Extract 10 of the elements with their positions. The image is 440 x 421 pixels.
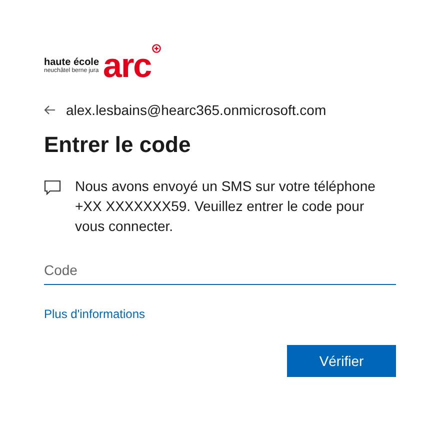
message-icon <box>44 180 61 195</box>
verify-button[interactable]: Vérifier <box>287 345 396 377</box>
logo-name: haute école <box>44 57 100 68</box>
page-title: Entrer le code <box>44 132 192 158</box>
logo-mark: arc <box>103 52 152 80</box>
plus-icon <box>152 44 162 53</box>
sms-message: Nous avons envoyé un SMS sur votre téléphone +XX XXXXXXX59. Veuillez entrer le code pour vous connecter. <box>75 177 376 236</box>
more-info-link[interactable]: Plus d'informations <box>44 307 146 321</box>
account-email: alex.lesbains@hearc365.onmicrosoft.com <box>66 102 326 118</box>
back-arrow-icon[interactable] <box>44 105 56 115</box>
